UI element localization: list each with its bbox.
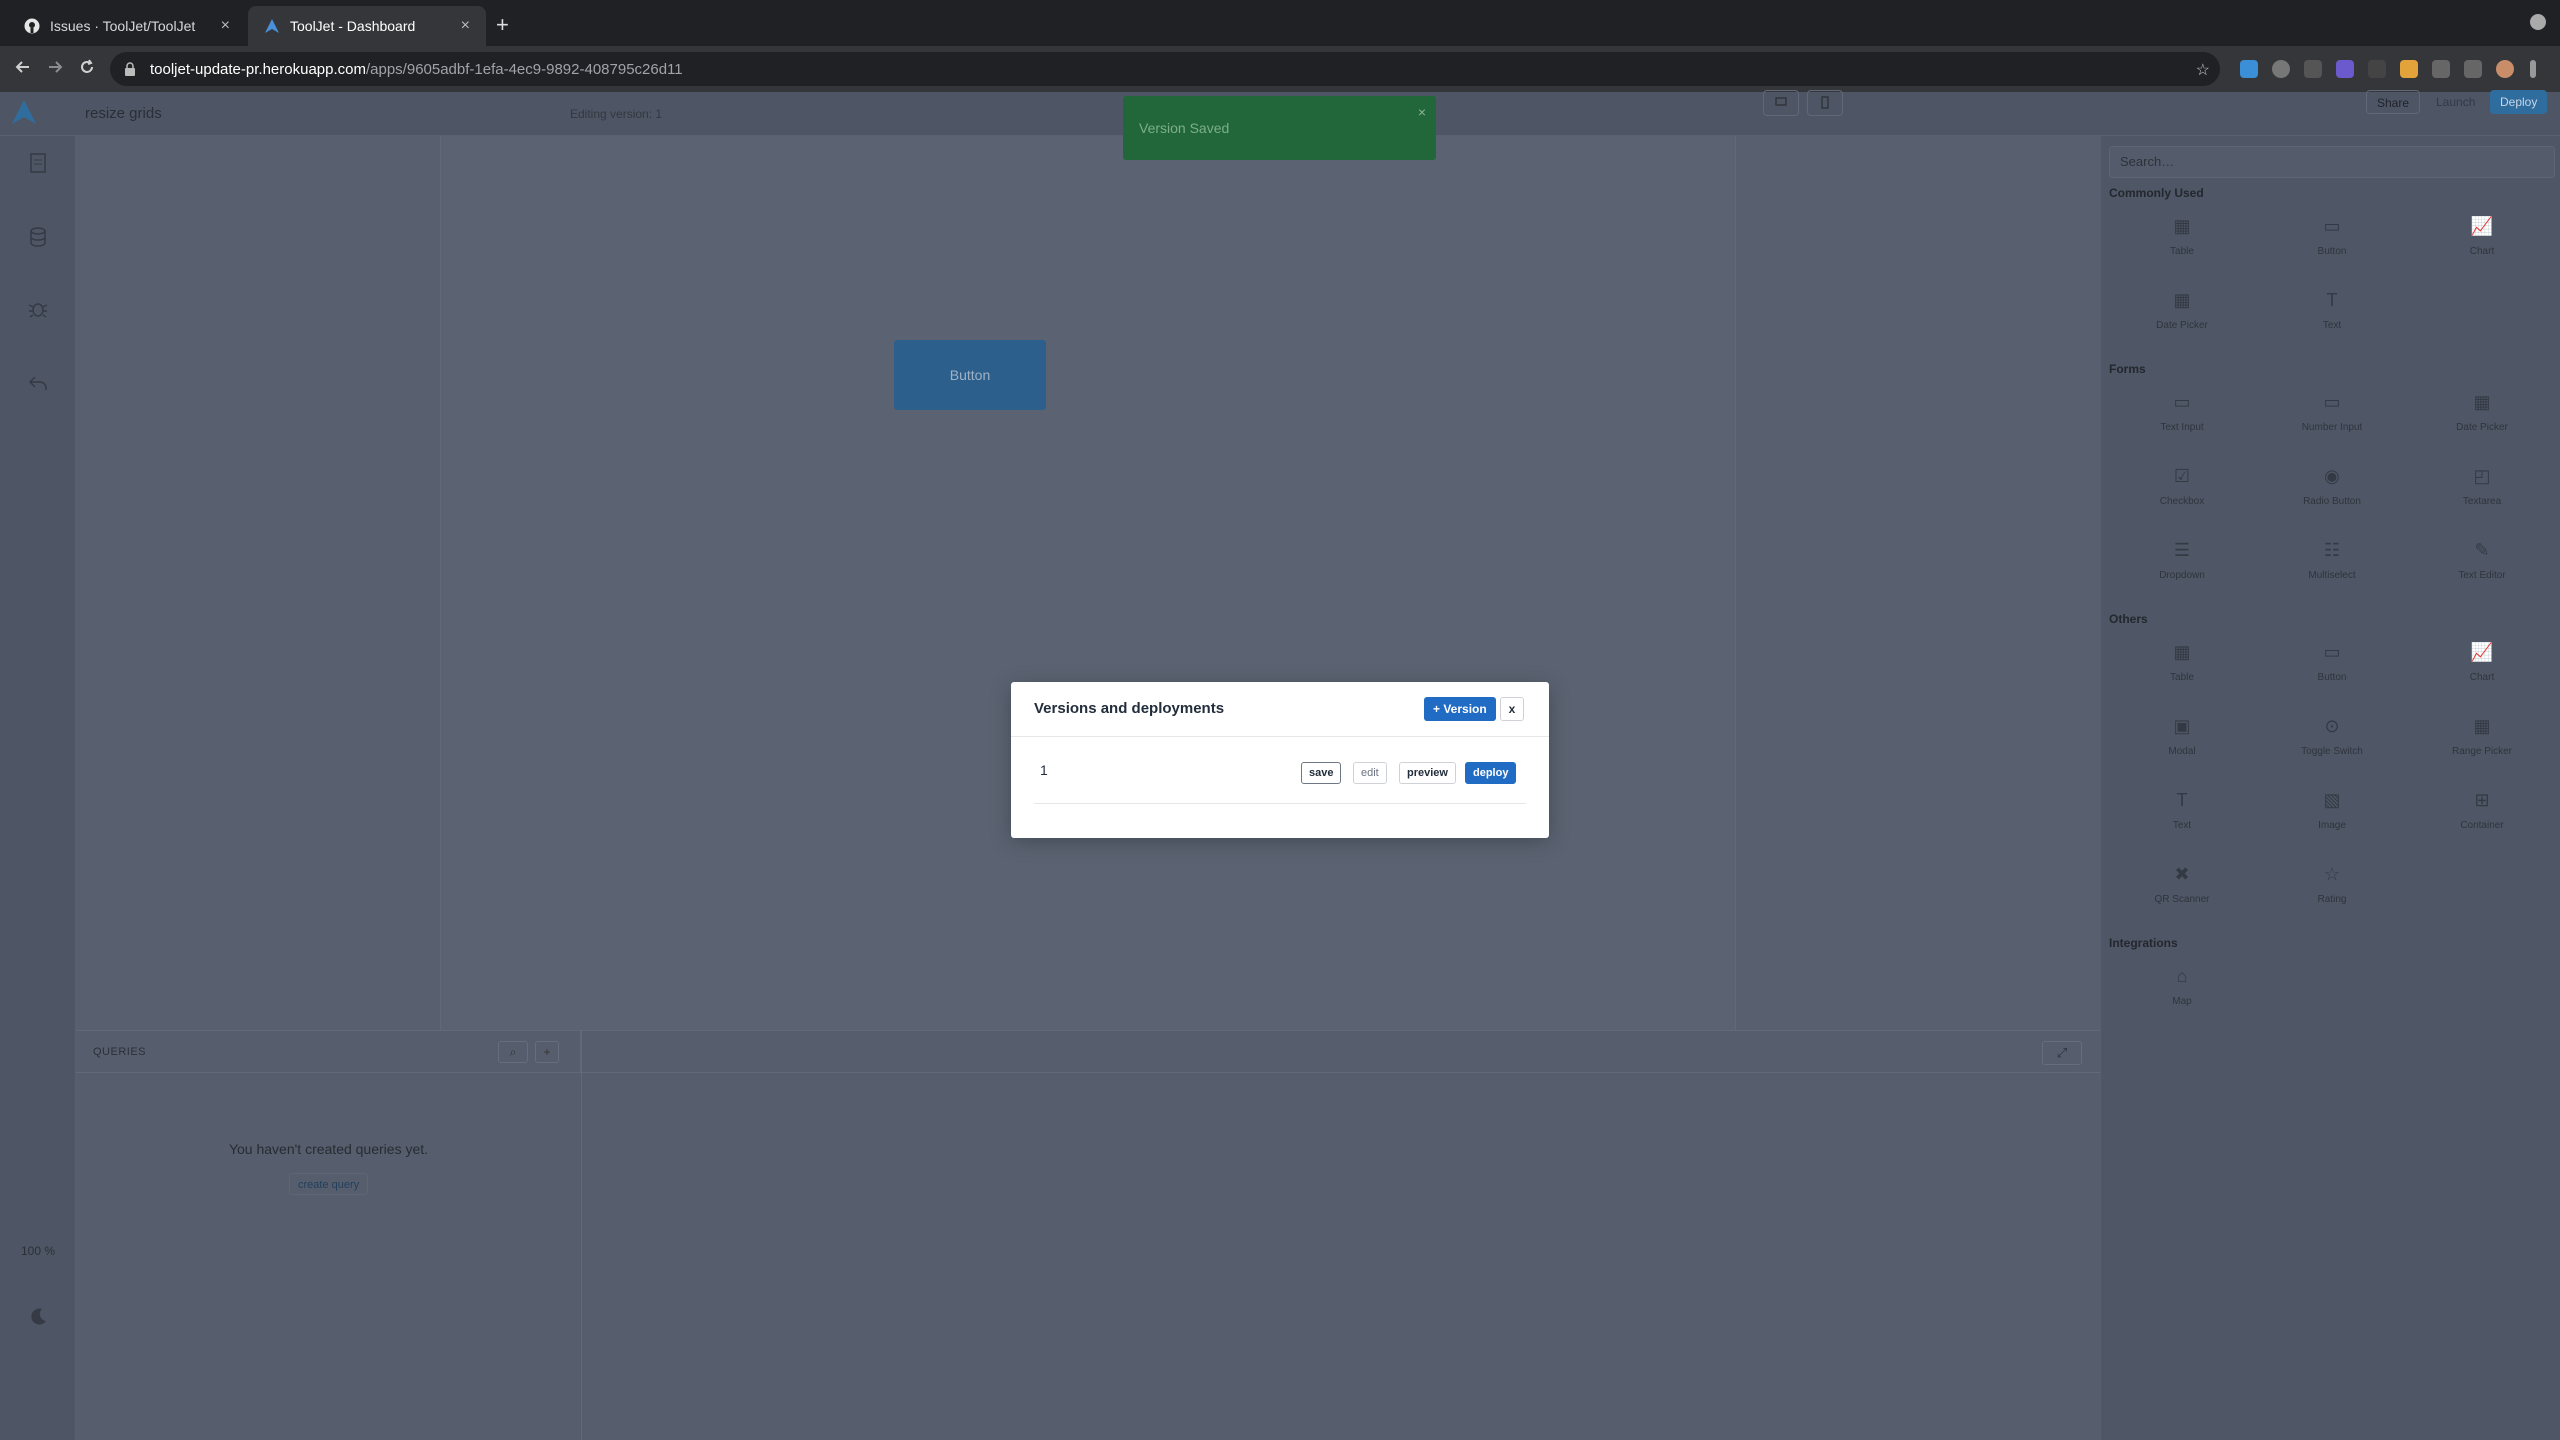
new-tab-button[interactable]: + [496,12,509,38]
url-text: tooljet-update-pr.herokuapp.com/apps/960… [150,60,683,78]
tab-title: Issues · ToolJet/ToolJet [50,18,196,34]
browser-tabbar: Issues · ToolJet/ToolJet × ToolJet - Das… [0,0,2560,46]
close-tab-icon[interactable]: × [221,17,230,35]
reading-list-icon[interactable] [2464,60,2482,78]
forward-icon[interactable] [46,58,64,81]
address-bar[interactable]: tooljet-update-pr.herokuapp.com/apps/960… [110,52,2220,86]
version-row: 1 save edit preview deploy [1034,762,1526,804]
extension-icon[interactable] [2368,60,2386,78]
extension-icon[interactable] [2400,60,2418,78]
edit-version-button[interactable]: edit [1353,762,1387,784]
profile-icon[interactable] [2530,14,2546,30]
puzzle-icon[interactable] [2432,60,2450,78]
modal-title: Versions and deployments [1034,700,1225,717]
tab-title: ToolJet - Dashboard [290,18,416,34]
browser-tab-dashboard[interactable]: ToolJet - Dashboard × [248,6,486,46]
tooljet-icon [264,18,280,34]
github-icon [24,18,40,34]
browser-tab-issues[interactable]: Issues · ToolJet/ToolJet × [8,6,246,46]
save-version-button[interactable]: save [1301,762,1342,784]
browser-toolbar: tooljet-update-pr.herokuapp.com/apps/960… [0,46,2560,92]
back-icon[interactable] [14,58,32,81]
preview-version-button[interactable]: preview [1399,762,1456,784]
kebab-menu-icon[interactable] [2530,60,2536,78]
extension-icon[interactable] [2272,60,2290,78]
deploy-version-button[interactable]: deploy [1465,762,1517,784]
reload-icon[interactable] [78,58,96,81]
lock-icon [124,62,138,76]
close-modal-button[interactable]: x [1500,697,1524,721]
avatar[interactable] [2496,60,2514,78]
bookmark-star-icon[interactable]: ☆ [2196,60,2210,80]
close-tab-icon[interactable]: × [461,17,470,35]
versions-modal: Versions and deployments + Version x 1 s… [1011,682,1549,838]
version-name: 1 [1040,762,1048,778]
divider [1011,736,1549,737]
add-version-button[interactable]: + Version [1424,697,1496,721]
extension-icon[interactable] [2240,60,2258,78]
extension-icon[interactable] [2304,60,2322,78]
extension-icon[interactable] [2336,60,2354,78]
